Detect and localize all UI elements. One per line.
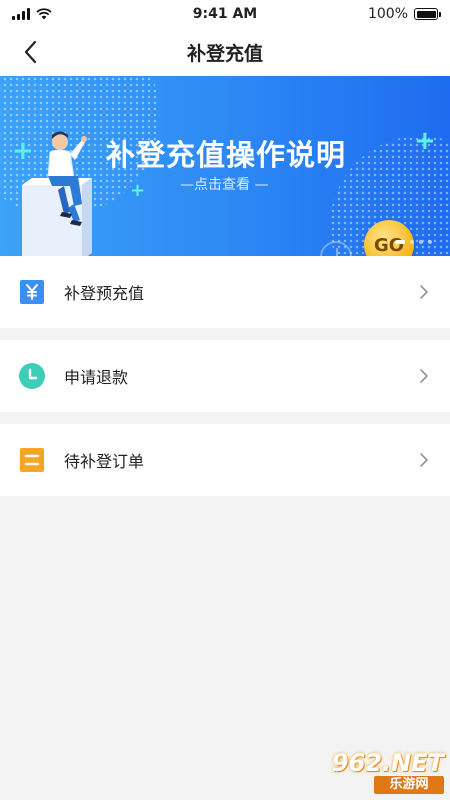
carousel-dot[interactable] (428, 240, 432, 244)
chevron-left-icon (24, 40, 37, 64)
status-time: 9:41 AM (192, 6, 258, 22)
chevron-right-icon (420, 285, 428, 299)
carousel-dot[interactable] (395, 240, 405, 244)
wifi-icon (36, 8, 52, 20)
menu-item-pending-orders[interactable]: 待补登订单 (0, 424, 450, 496)
menu-item-label: 申请退款 (64, 368, 129, 387)
menu-group: 申请退款 (0, 340, 450, 412)
menu-group: 待补登订单 (0, 424, 450, 496)
watermark-text: 962.NET (331, 749, 444, 777)
banner-subtitle[interactable]: —点击查看 — (180, 174, 268, 194)
chevron-right-icon (420, 369, 428, 383)
clock-circle-icon (18, 362, 46, 390)
battery-icon (414, 8, 441, 20)
menu-item-label: 补登预充值 (64, 284, 145, 303)
menu-group: 补登预充值 (0, 256, 450, 328)
watermark-subtext: 乐游网 (374, 776, 444, 794)
plus-decoration-icon: + (414, 126, 436, 156)
plus-decoration-icon: + (130, 180, 146, 201)
pending-list-icon (18, 446, 46, 474)
battery-percent: 100% (367, 6, 408, 22)
page-title: 补登充值 (186, 42, 263, 65)
banner-carousel[interactable]: + + + 补登充值操作说明 —点击查看 — GO (0, 76, 450, 256)
cellular-signal-icon (12, 8, 30, 20)
person-illustration (22, 131, 92, 256)
carousel-dot[interactable] (410, 240, 414, 244)
yen-card-icon (18, 278, 46, 306)
banner-title: 补登充值操作说明 (106, 138, 347, 172)
watermark-logo: 962.NET 乐游网 (308, 750, 444, 798)
carousel-indicators (395, 240, 432, 244)
chevron-right-icon (420, 453, 428, 467)
status-bar: 9:41 AM 100% (0, 0, 450, 28)
menu-item-label: 待补登订单 (64, 452, 145, 471)
menu-item-refund[interactable]: 申请退款 (0, 340, 450, 412)
nav-bar: 补登充值 (0, 28, 450, 76)
back-button[interactable] (12, 36, 48, 68)
carousel-dot[interactable] (419, 240, 423, 244)
menu-item-prepaid-recharge[interactable]: 补登预充值 (0, 256, 450, 328)
